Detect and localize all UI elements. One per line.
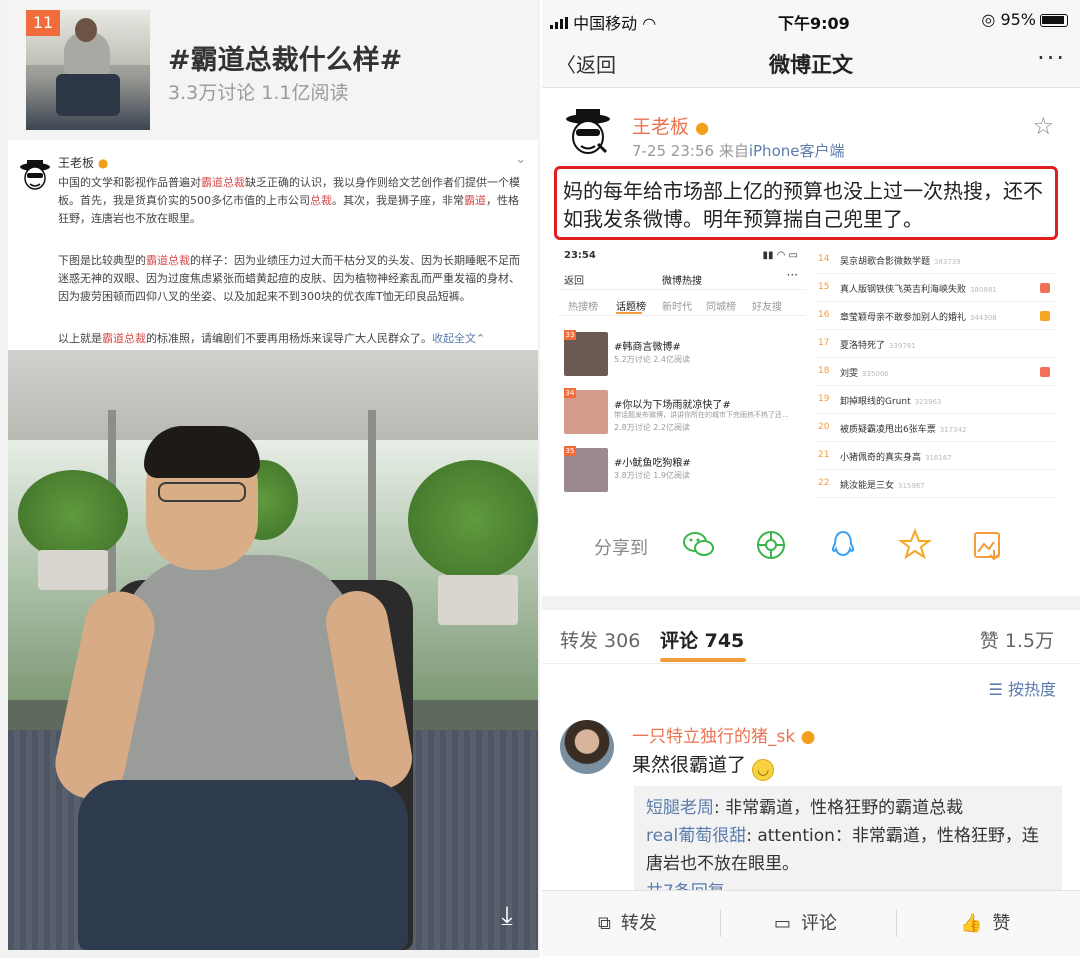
repost-icon: ⧉ xyxy=(598,913,611,934)
post-card: 王老板 ● ⌄ 中国的文学和影视作品普遍对霸道总裁缺乏正确的认识，我以身作则给文… xyxy=(8,140,538,350)
tab-comment[interactable]: 评论 745 xyxy=(660,626,744,653)
wechat-icon[interactable] xyxy=(682,528,716,562)
download-icon[interactable]: ⤓ xyxy=(486,896,528,936)
collapse-text-link[interactable]: 收起全文 xyxy=(432,332,476,345)
avatar[interactable] xyxy=(16,156,54,194)
post-paragraph-1: 中国的文学和影视作品普遍对霸道总裁缺乏正确的认识，我以身作则给文艺创作者们提供一… xyxy=(58,176,520,225)
like-button[interactable]: 👍 赞 xyxy=(960,909,1010,935)
left-screenshot: 11 #霸道总裁什么样# 3.3万讨论 1.1亿阅读 王老板 ● ⌄ 中国的文学… xyxy=(0,0,540,958)
battery-icon xyxy=(1040,14,1068,27)
carrier-label: 中国移动 ◠ xyxy=(550,10,656,34)
status-time: 下午9:09 xyxy=(778,14,850,33)
share-label: 分享到 xyxy=(594,538,648,559)
more-icon[interactable]: ··· xyxy=(1037,44,1066,72)
weibo-text: 妈的每年给市场部上亿的预算也没上过一次热搜，还不如我发条微博。明年预算揣自己兜里… xyxy=(554,166,1058,240)
tab-indicator xyxy=(660,658,746,662)
hotsearch-image[interactable]: 23:54 ▮▮ ◠ ▭ 返回 微博热搜 ··· 热搜榜 话题榜 新时代 同城榜 … xyxy=(558,246,1056,498)
verified-icon: ● xyxy=(695,118,710,137)
rotation-lock-icon: ◎ xyxy=(981,10,996,29)
star-icon[interactable]: ☆ xyxy=(1032,112,1054,140)
thumbs-up-icon: 👍 xyxy=(960,913,983,934)
reply-item: 短腿老周: 非常霸道，性格狂野的霸道总裁 xyxy=(646,798,964,818)
avatar[interactable] xyxy=(560,104,616,160)
interaction-tabs: 转发 306 评论 745 赞 1.5万 xyxy=(542,614,1080,664)
chevron-down-icon[interactable]: ⌄ xyxy=(515,152,526,167)
hotsearch-list-panel: 14 吴京胡歌合影微数学题 383739 15 真人版钢铁侠飞英吉利海峡失败 38088… xyxy=(814,246,1056,498)
qq-icon[interactable] xyxy=(826,528,860,562)
page-title: 微博正文 xyxy=(769,53,853,77)
topic-stats: 3.3万讨论 1.1亿阅读 xyxy=(168,82,349,104)
tab-like[interactable]: 赞 1.5万 xyxy=(980,626,1054,653)
repost-button[interactable]: ⧉ 转发 xyxy=(598,909,657,935)
topic-header[interactable]: 11 #霸道总裁什么样# 3.3万讨论 1.1亿阅读 xyxy=(8,0,538,138)
topic-title: #霸道总裁什么样# xyxy=(168,45,403,76)
wifi-icon: ◠ xyxy=(642,14,657,33)
weibo-author[interactable]: 王老板 ● xyxy=(632,112,709,139)
smile-emoji-icon: ◡ xyxy=(752,759,775,781)
comment-author[interactable]: 一只特立独行的猪_sk ● xyxy=(632,722,815,747)
sort-button[interactable]: ☰ 按热度 xyxy=(989,676,1056,700)
topic-list-panel: 23:54 ▮▮ ◠ ▭ 返回 微博热搜 ··· 热搜榜 话题榜 新时代 同城榜 … xyxy=(558,246,806,498)
comment-text: 果然很霸道了 ◡ xyxy=(632,750,775,781)
post-paragraph-2: 下图是比较典型的霸道总裁的样子：因为业绩压力过大而干枯分叉的头发、因为长期睡眠不… xyxy=(58,254,520,303)
share-row: 分享到 xyxy=(542,520,1080,572)
nav-bar: 〈返回 微博正文 ··· xyxy=(542,40,1080,88)
tab-repost[interactable]: 转发 306 xyxy=(560,626,640,653)
topic-rank-badge: 11 xyxy=(26,10,60,36)
bottom-action-bar: ⧉ 转发 ▭ 评论 👍 赞 xyxy=(542,890,1080,956)
sort-icon: ☰ xyxy=(988,680,1003,699)
right-screenshot: 中国移动 ◠ 下午9:09 ◎ 95% 〈返回 微博正文 ··· 王老板 ● 7… xyxy=(542,0,1080,958)
list-item: 35 #小鱿鱼吃狗粮# 3.8万讨论 1.9亿阅读 xyxy=(564,446,804,500)
weibo-meta: 7-25 23:56 来自iPhone客户端 xyxy=(632,142,845,160)
verified-icon: ● xyxy=(97,156,109,170)
post-photo[interactable]: ⤓ xyxy=(8,350,538,950)
comment-replies[interactable]: 短腿老周: 非常霸道，性格狂野的霸道总裁 real葡萄很甜: attention… xyxy=(634,786,1062,896)
qzone-icon[interactable] xyxy=(898,528,932,562)
list-item: 33 #韩商言微博# 5.2万讨论 2.4亿阅读 xyxy=(564,330,804,384)
verified-icon: ● xyxy=(800,727,816,747)
comment-button[interactable]: ▭ 评论 xyxy=(774,909,837,935)
save-image-icon[interactable] xyxy=(970,528,1004,562)
moments-icon[interactable] xyxy=(754,528,788,562)
status-bar: 中国移动 ◠ 下午9:09 ◎ 95% xyxy=(542,0,1080,40)
list-item: 34 #你以为下场雨就凉快了# 带话题发布微博，讲讲你所在的城市下完雨热不热了还… xyxy=(564,388,789,434)
divider xyxy=(542,596,1080,610)
reply-item: real葡萄很甜: attention：非常霸道，性格狂野，连唐岩也不放在眼里。 xyxy=(646,826,1039,874)
comment-icon: ▭ xyxy=(774,913,792,934)
post-author[interactable]: 王老板 ● xyxy=(58,154,108,171)
post-paragraph-3: 以上就是霸道总裁的标准照，请编剧们不要再用杨烁来误导广大人民群众了。收起全文⌃ xyxy=(58,332,486,345)
avatar[interactable] xyxy=(560,720,614,774)
battery-indicator: ◎ 95% xyxy=(981,10,1068,29)
